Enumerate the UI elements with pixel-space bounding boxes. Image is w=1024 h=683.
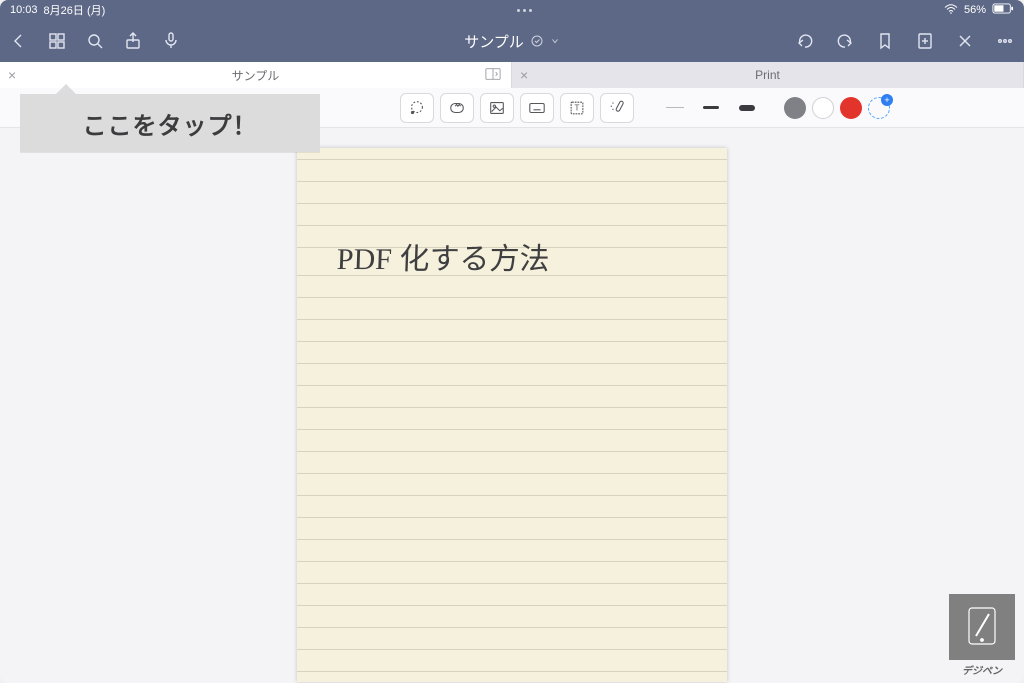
watermark-label: デジペン xyxy=(946,662,1018,677)
tab-document-label: サンプル xyxy=(232,67,280,84)
tab-print-label: Print xyxy=(755,68,780,82)
add-page-icon[interactable] xyxy=(914,30,936,52)
grid-icon[interactable] xyxy=(46,30,68,52)
plus-icon: + xyxy=(881,94,893,106)
document-title[interactable]: サンプル xyxy=(268,31,756,52)
text-tool-icon[interactable]: T xyxy=(560,93,594,123)
tablet-pen-icon xyxy=(949,594,1015,660)
tab-strip: × サンプル × Print xyxy=(0,62,1024,88)
keyboard-tool-icon[interactable] xyxy=(520,93,554,123)
canvas-area[interactable]: PDF 化する方法 xyxy=(0,128,1024,683)
undo-button[interactable] xyxy=(794,30,816,52)
stroke-thick[interactable] xyxy=(732,97,762,119)
multitask-dots-icon[interactable] xyxy=(517,9,532,12)
tab-print[interactable]: × Print xyxy=(512,62,1024,88)
magic-tool-icon[interactable] xyxy=(600,93,634,123)
title-text: サンプル xyxy=(464,31,524,52)
watermark: デジペン xyxy=(946,594,1018,677)
add-color-swatch[interactable]: + xyxy=(868,97,890,119)
stroke-thin[interactable] xyxy=(660,97,690,119)
svg-text:T: T xyxy=(575,103,580,112)
color-gray-swatch[interactable] xyxy=(784,97,806,119)
tab-close-icon[interactable]: × xyxy=(520,67,528,83)
stamp-tool-icon[interactable] xyxy=(440,93,474,123)
stroke-medium[interactable] xyxy=(696,97,726,119)
color-red-swatch[interactable] xyxy=(840,97,862,119)
battery-percent: 56% xyxy=(964,4,986,16)
tab-close-icon[interactable]: × xyxy=(8,67,16,83)
ios-status-bar: 10:03 8月26日 (月) 56% xyxy=(0,0,1024,20)
mic-icon[interactable] xyxy=(160,30,182,52)
lasso-tool-icon[interactable] xyxy=(400,93,434,123)
status-date: 8月26日 (月) xyxy=(44,2,106,18)
split-view-icon[interactable] xyxy=(485,67,501,84)
note-page[interactable]: PDF 化する方法 xyxy=(297,148,727,682)
close-icon[interactable] xyxy=(954,30,976,52)
image-tool-icon[interactable] xyxy=(480,93,514,123)
share-icon[interactable] xyxy=(122,30,144,52)
status-right: 56% xyxy=(944,3,1014,17)
app-titlebar: サンプル xyxy=(0,20,1024,62)
color-white-swatch[interactable] xyxy=(812,97,834,119)
callout-text: ここをタップ！ xyxy=(83,106,258,141)
back-button[interactable] xyxy=(8,30,30,52)
bookmark-icon[interactable] xyxy=(874,30,896,52)
redo-button[interactable] xyxy=(834,30,856,52)
search-icon[interactable] xyxy=(84,30,106,52)
status-time: 10:03 xyxy=(10,4,38,16)
more-icon[interactable] xyxy=(994,30,1016,52)
battery-icon xyxy=(992,3,1014,17)
sync-indicator-icon xyxy=(530,34,544,48)
wifi-icon xyxy=(944,4,958,17)
handwritten-text: PDF 化する方法 xyxy=(336,234,550,278)
tutorial-callout: ここをタップ！ xyxy=(20,94,320,152)
status-left: 10:03 8月26日 (月) xyxy=(10,2,105,18)
chevron-down-icon xyxy=(550,36,560,46)
